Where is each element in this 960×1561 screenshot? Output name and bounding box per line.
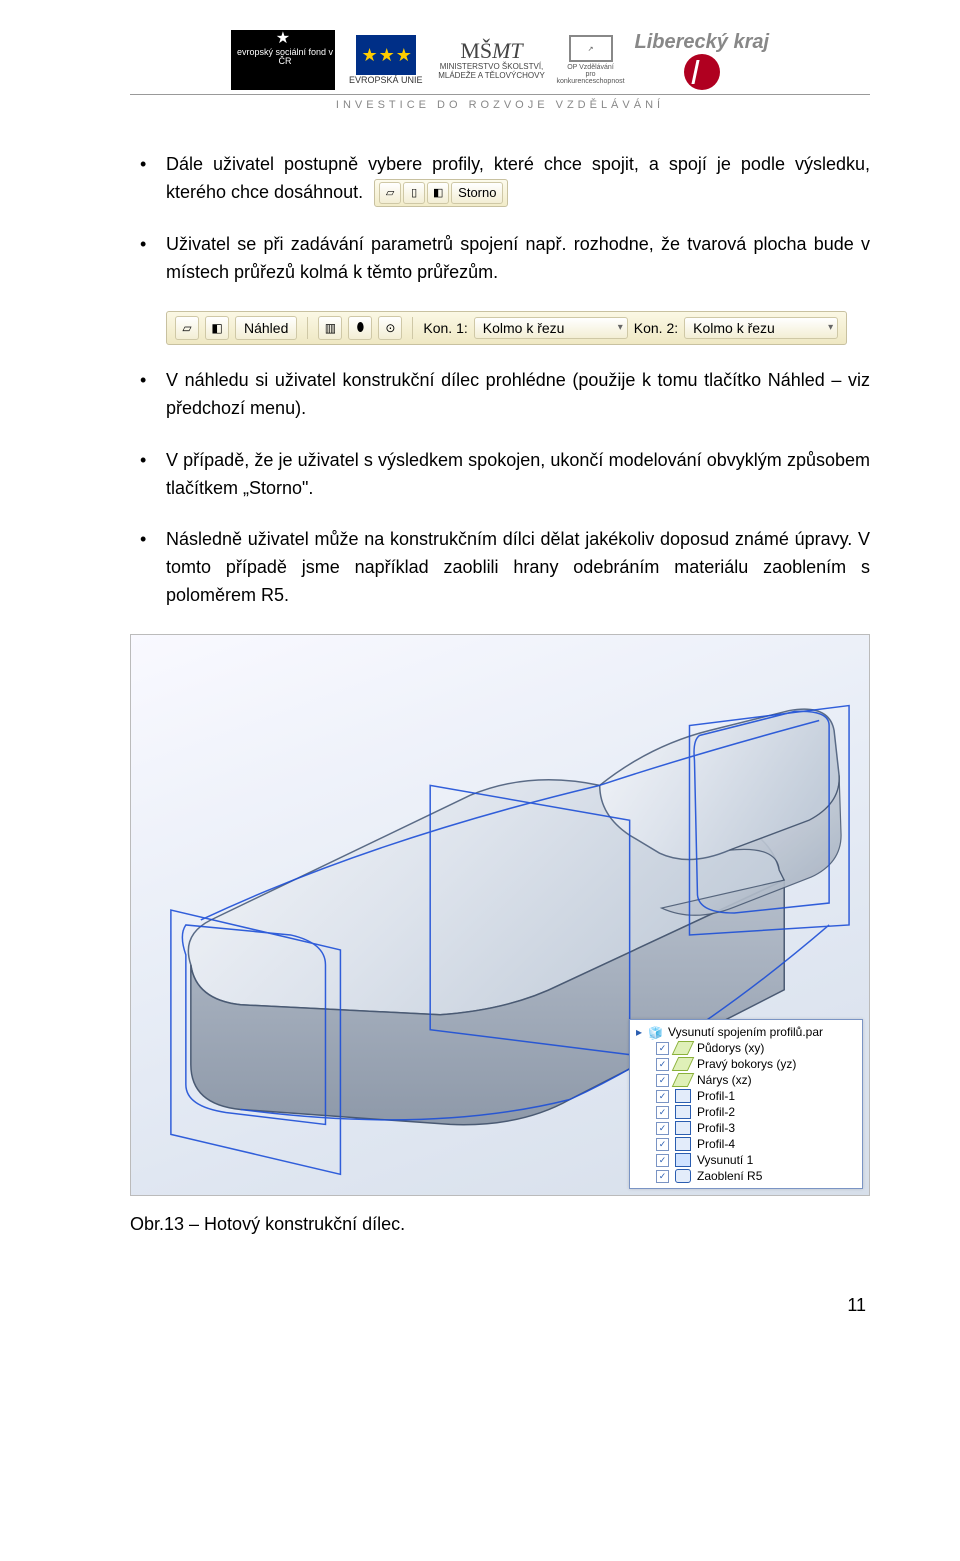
tree-item-pudorys[interactable]: ✓ Půdorys (xy) — [636, 1040, 856, 1056]
tree-item-label: Profil-1 — [697, 1089, 735, 1103]
logo-msmt-text: MINISTERSTVO ŠKOLSTVÍ, MLÁDEŽE A TĚLOVÝC… — [437, 63, 547, 81]
checkbox-icon[interactable]: ✓ — [656, 1170, 669, 1183]
tree-item-label: Půdorys (xy) — [697, 1041, 764, 1055]
tree-item-label: Nárys (xz) — [697, 1073, 752, 1087]
plane-icon — [672, 1041, 695, 1055]
tree-item-narys[interactable]: ✓ Nárys (xz) — [636, 1072, 856, 1088]
bullet-2-text: Uživatel se při zadávání parametrů spoje… — [166, 234, 870, 282]
inline-toolbar-profiles: ▱ ▯ ◧ Storno — [374, 179, 508, 207]
tree-root[interactable]: ▸ 🧊 Vysunutí spojením profilů.par — [636, 1024, 856, 1040]
checkbox-icon[interactable]: ✓ — [656, 1154, 669, 1167]
bullet-3: V náhledu si uživatel konstrukční dílec … — [130, 367, 870, 423]
logo-eu: ★ ★ ★ EVROPSKÁ UNIE — [349, 35, 423, 85]
tree-item-zaobleni[interactable]: ✓ Zaoblení R5 — [636, 1168, 856, 1184]
logo-liberecky-kraj: Liberecký kraj — [635, 31, 770, 90]
tree-item-label: Pravý bokorys (yz) — [697, 1057, 796, 1071]
bullet-1-text: Dále uživatel postupně vybere profily, k… — [166, 154, 870, 202]
sketch-icon — [675, 1089, 691, 1103]
checkbox-icon[interactable]: ✓ — [656, 1106, 669, 1119]
logo-op-text1: OP Vzdělávání — [567, 64, 614, 71]
bullet-2: Uživatel se při zadávání parametrů spoje… — [130, 231, 870, 287]
kon1-value: Kolmo k řezu — [483, 320, 565, 336]
sketch-icon — [675, 1137, 691, 1151]
logo-lk-text: Liberecký kraj — [635, 31, 770, 54]
kon1-dropdown[interactable]: Kolmo k řezu ▾ — [474, 317, 628, 339]
body-bullet-list: Dále uživatel postupně vybere profily, k… — [130, 151, 870, 287]
logo-op: ↗ OP Vzdělávání pro konkurenceschopnost — [561, 35, 621, 85]
logo-eu-text: EVROPSKÁ UNIE — [349, 75, 423, 85]
figure-caption: Obr.13 – Hotový konstrukční dílec. — [130, 1214, 870, 1235]
fillet-icon — [675, 1169, 691, 1183]
storno-button[interactable]: Storno — [451, 182, 503, 204]
header-tagline: INVESTICE DO ROZVOJE VZDĚLÁVÁNÍ — [130, 99, 870, 111]
tree-item-profil4[interactable]: ✓ Profil-4 — [636, 1136, 856, 1152]
logo-msmt: MŠMT MINISTERSTVO ŠKOLSTVÍ, MLÁDEŽE A TĚ… — [437, 35, 547, 85]
plane-icon — [672, 1057, 695, 1071]
tool-icon-5[interactable]: ⊙ — [378, 316, 402, 340]
bullet-4: V případě, že je uživatel s výsledkem sp… — [130, 447, 870, 503]
sketch-icon — [675, 1105, 691, 1119]
kon2-label: Kon. 2: — [634, 320, 678, 336]
checkbox-icon[interactable]: ✓ — [656, 1058, 669, 1071]
feature-tree-panel: ▸ 🧊 Vysunutí spojením profilů.par ✓ Půdo… — [629, 1019, 863, 1189]
checkbox-icon[interactable]: ✓ — [656, 1074, 669, 1087]
bullet-1: Dále uživatel postupně vybere profily, k… — [130, 151, 870, 207]
header-logo-row: ★evropský sociální fond v ČR ★ ★ ★ EVROP… — [130, 30, 870, 90]
part-icon: 🧊 — [648, 1026, 662, 1038]
tree-item-label: Profil-4 — [697, 1137, 735, 1151]
extrude-icon — [675, 1153, 691, 1167]
checkbox-icon[interactable]: ✓ — [656, 1138, 669, 1151]
tool-icon-4[interactable]: ⬮ — [348, 316, 372, 340]
profile-icon-2[interactable]: ▯ — [403, 182, 425, 204]
header-divider — [130, 94, 870, 95]
chevron-down-icon: ▾ — [618, 322, 623, 333]
checkbox-icon[interactable]: ✓ — [656, 1090, 669, 1103]
bullet-5: Následně uživatel může na konstrukčním d… — [130, 526, 870, 610]
toolbar-separator-1 — [307, 317, 308, 339]
profile-icon-1[interactable]: ▱ — [379, 182, 401, 204]
tool-icon-2[interactable]: ◧ — [205, 316, 229, 340]
chevron-down-icon: ▾ — [828, 322, 833, 333]
tree-item-bokorys[interactable]: ✓ Pravý bokorys (yz) — [636, 1056, 856, 1072]
tree-item-profil1[interactable]: ✓ Profil-1 — [636, 1088, 856, 1104]
logo-esf: ★evropský sociální fond v ČR — [231, 30, 335, 90]
plane-icon — [672, 1073, 695, 1087]
tree-item-vysunuti[interactable]: ✓ Vysunutí 1 — [636, 1152, 856, 1168]
tree-item-profil2[interactable]: ✓ Profil-2 — [636, 1104, 856, 1120]
logo-op-text2: pro konkurenceschopnost — [556, 71, 624, 85]
toolbar-separator-2 — [412, 317, 413, 339]
kon2-dropdown[interactable]: Kolmo k řezu ▾ — [684, 317, 838, 339]
tool-icon-1[interactable]: ▱ — [175, 316, 199, 340]
sketch-icon — [675, 1121, 691, 1135]
tree-item-label: Vysunutí 1 — [697, 1153, 753, 1167]
tree-item-profil3[interactable]: ✓ Profil-3 — [636, 1120, 856, 1136]
tool-icon-3[interactable]: ▥ — [318, 316, 342, 340]
page-number: 11 — [130, 1295, 870, 1316]
logo-esf-text: evropský sociální fond v ČR — [235, 48, 335, 68]
tree-item-label: Zaoblení R5 — [697, 1169, 762, 1183]
checkbox-icon[interactable]: ✓ — [656, 1122, 669, 1135]
cad-screenshot: ▸ 🧊 Vysunutí spojením profilů.par ✓ Půdo… — [130, 634, 870, 1196]
nahled-button[interactable]: Náhled — [235, 316, 297, 340]
tree-item-label: Profil-3 — [697, 1121, 735, 1135]
checkbox-icon[interactable]: ✓ — [656, 1042, 669, 1055]
toolbar-section-params: ▱ ◧ Náhled ▥ ⬮ ⊙ Kon. 1: Kolmo k řezu ▾ … — [166, 311, 847, 345]
kon1-label: Kon. 1: — [423, 320, 467, 336]
kon2-value: Kolmo k řezu — [693, 320, 775, 336]
tree-root-label: Vysunutí spojením profilů.par — [668, 1025, 823, 1039]
profile-icon-3[interactable]: ◧ — [427, 182, 449, 204]
body-bullet-list-2: V náhledu si uživatel konstrukční dílec … — [130, 367, 870, 610]
tree-item-label: Profil-2 — [697, 1105, 735, 1119]
